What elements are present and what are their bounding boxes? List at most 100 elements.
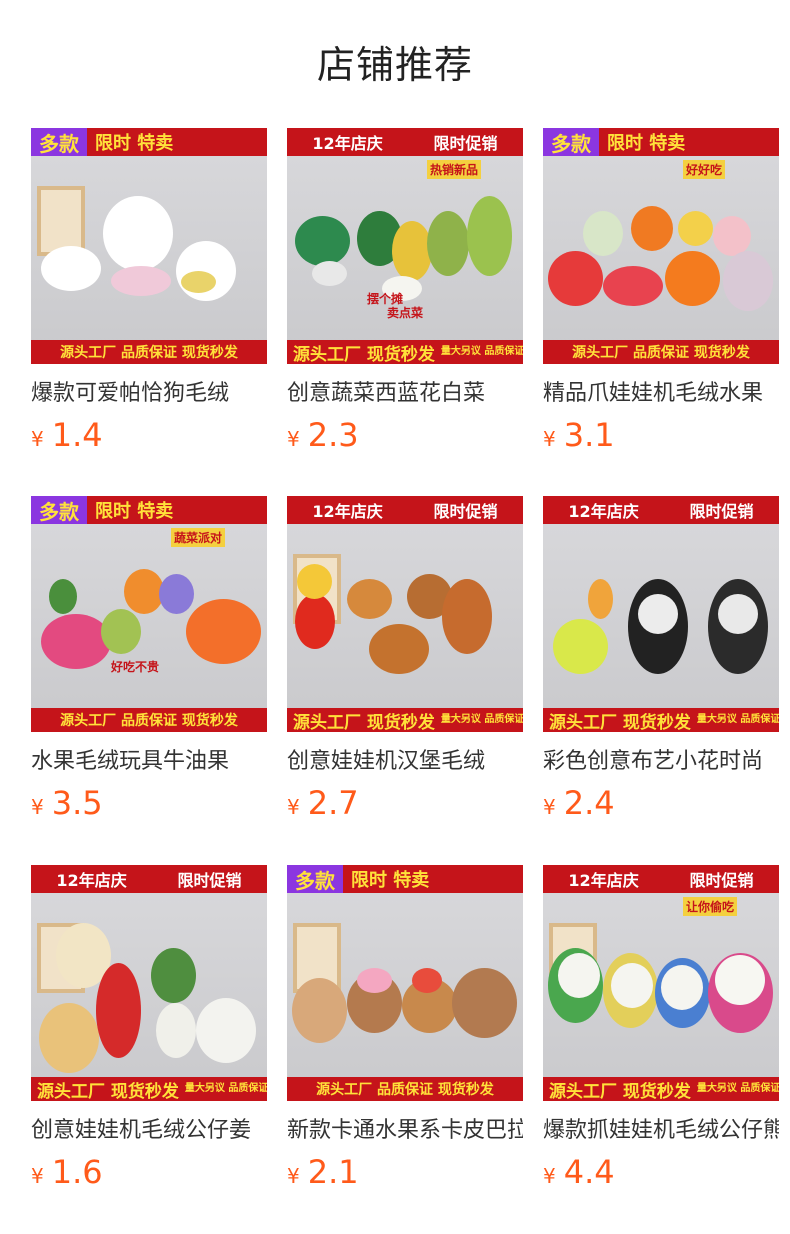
price-value: 2.7 (307, 784, 359, 822)
plush-toy (369, 624, 429, 674)
product-name[interactable]: 精品爪娃娃机毛绒水果 (543, 375, 779, 407)
plush-toy (442, 579, 492, 654)
photo-caption: 热销新品 (427, 160, 482, 179)
plush-toy (583, 211, 623, 256)
plush-toy (718, 594, 758, 634)
page-title: 店铺推荐 (316, 43, 473, 87)
product-price: ¥3.5 (31, 784, 103, 822)
product-name[interactable]: 爆款可爱帕恰狗毛绒 (31, 375, 267, 407)
price-value: 1.6 (51, 1153, 103, 1191)
promo-tag: 12年店庆 (568, 502, 639, 521)
promo-banner-bottom: 源头工厂 品质保证 现货秒发 (31, 708, 267, 732)
promo-banner-top: 多款 限时 特卖 (31, 128, 267, 156)
product-image[interactable]: 蔬菜派对 好吃不贵 多款 限时 特卖源头工厂 品质保证 现货秒发 (31, 496, 267, 732)
photo-caption: 让你偷吃 (683, 897, 738, 916)
product-photo (31, 893, 267, 1077)
plush-toy (611, 963, 653, 1008)
promo-tag: 多款 (287, 865, 343, 893)
product-photo: 蔬菜派对 好吃不贵 (31, 524, 267, 708)
promo-label: 限时 特卖 (607, 133, 686, 154)
product-price: ¥1.4 (31, 416, 103, 454)
promo-slogan: 源头工厂 品质保证 现货秒发 (572, 345, 750, 361)
product-price: ¥2.1 (287, 1153, 359, 1191)
plush-toy (588, 579, 613, 619)
product-name[interactable]: 新款卡通水果系卡皮巴拉 (287, 1112, 523, 1144)
currency-symbol: ¥ (543, 1164, 556, 1188)
product-name[interactable]: 水果毛绒玩具牛油果 (31, 743, 267, 775)
product-name[interactable]: 彩色创意布艺小花时尚 (543, 743, 779, 775)
plush-toy (124, 569, 164, 614)
product-image[interactable]: 多款 限时 特卖 源头工厂 品质保证 现货秒发 (287, 865, 523, 1101)
product-name[interactable]: 创意娃娃机汉堡毛绒 (287, 743, 523, 775)
product-name[interactable]: 创意娃娃机毛绒公仔姜 (31, 1112, 267, 1144)
plush-toy (558, 953, 600, 998)
plush-toy (715, 955, 765, 1005)
plush-toy (103, 196, 173, 271)
promo-label: 限时促销 (433, 134, 498, 153)
currency-symbol: ¥ (31, 1164, 44, 1188)
plush-toy (196, 998, 256, 1063)
product-price: ¥4.4 (543, 1153, 615, 1191)
photo-frame-prop (37, 186, 85, 256)
promo-banner-top: 多款 限时 特卖 (543, 128, 779, 156)
plush-toy (548, 251, 603, 306)
promo-banner-top: 多款 限时 特卖 (31, 496, 267, 524)
promo-label: 限时促销 (177, 871, 242, 890)
product-image[interactable]: 热销新品 摆个摊 卖点菜 12年店庆 限时促销源头工厂 现货秒发 量大另议 品质保证 (287, 128, 523, 364)
product-photo (287, 524, 523, 708)
product-image[interactable]: 多款 限时 特卖源头工厂 品质保证 现货秒发 (31, 128, 267, 364)
plush-toy (312, 261, 347, 286)
plush-toy (41, 614, 111, 669)
plush-toy (186, 599, 261, 664)
product-image[interactable]: 好好吃 多款 限时 特卖源头工厂 品质保证 现货秒发 (543, 128, 779, 364)
promo-banner-bottom: 源头工厂 现货秒发 量大另议 品质保证 (543, 1077, 779, 1101)
plush-toy (96, 963, 141, 1058)
promo-tag: 多款 (31, 128, 87, 156)
product-image[interactable]: 12年店庆 限时促销源头工厂 现货秒发 量大另议 品质保证 (31, 865, 267, 1101)
plush-toy (297, 564, 332, 599)
product-price: ¥3.1 (543, 416, 615, 454)
plush-toy (295, 216, 350, 266)
promo-slogan: 源头工厂 现货秒发 (549, 1081, 691, 1102)
plush-toy (452, 968, 517, 1038)
promo-tag: 12年店庆 (56, 871, 127, 890)
product-photo: 好好吃 (543, 156, 779, 340)
promo-tag: 12年店庆 (312, 134, 383, 153)
promo-tag: 12年店庆 (312, 502, 383, 521)
product-image[interactable]: 12年店庆 限时促销 源头工厂 现货秒发 量大另议 品质保证 (543, 496, 779, 732)
promo-tag: 12年店庆 (568, 871, 639, 890)
photo-caption: 好吃不贵 (111, 660, 160, 674)
promo-label: 限时促销 (689, 502, 754, 521)
plush-toy (111, 266, 171, 296)
promo-banner-top: 多款 限时 特卖 (287, 865, 523, 893)
plush-toy (467, 196, 512, 276)
plush-toy (392, 221, 432, 281)
product-name[interactable]: 创意蔬菜西蓝花白菜 (287, 375, 523, 407)
promo-slogan-small: 量大另议 品质保证 (440, 346, 523, 357)
promo-slogan: 源头工厂 现货秒发 (293, 344, 435, 365)
price-value: 3.5 (51, 784, 103, 822)
product-photo: 热销新品 摆个摊 卖点菜 (287, 156, 523, 340)
promo-banner-top: 12年店庆 限时促销 (543, 496, 779, 524)
product-name[interactable]: 爆款抓娃娃机毛绒公仔熊 (543, 1112, 779, 1144)
plush-toy (631, 206, 673, 251)
promo-banner-bottom: 源头工厂 现货秒发 量大另议 品质保证 (287, 708, 523, 732)
promo-banner-top: 12年店庆 限时促销 (287, 128, 523, 156)
currency-symbol: ¥ (287, 1164, 300, 1188)
plush-toy (49, 579, 77, 614)
promo-slogan: 源头工厂 现货秒发 (37, 1081, 179, 1102)
plush-toy (357, 968, 392, 993)
product-photo (31, 156, 267, 340)
promo-banner-bottom: 源头工厂 品质保证 现货秒发 (31, 340, 267, 364)
product-image[interactable]: 12年店庆 限时促销 源头工厂 现货秒发 量大另议 品质保证 (287, 496, 523, 732)
promo-slogan-small: 量大另议 品质保证 (184, 1083, 267, 1094)
price-value: 2.3 (307, 416, 359, 454)
plush-toy (665, 251, 720, 306)
product-image[interactable]: 让你偷吃 12年店庆 限时促销 源头工厂 现货秒发 量大另议 品质保证 (543, 865, 779, 1101)
photo-caption: 卖点菜 (387, 306, 424, 320)
price-value: 2.4 (563, 784, 615, 822)
photo-caption: 好好吃 (683, 160, 726, 179)
plush-toy (412, 968, 442, 993)
plush-toy (151, 948, 196, 1003)
currency-symbol: ¥ (543, 427, 556, 451)
